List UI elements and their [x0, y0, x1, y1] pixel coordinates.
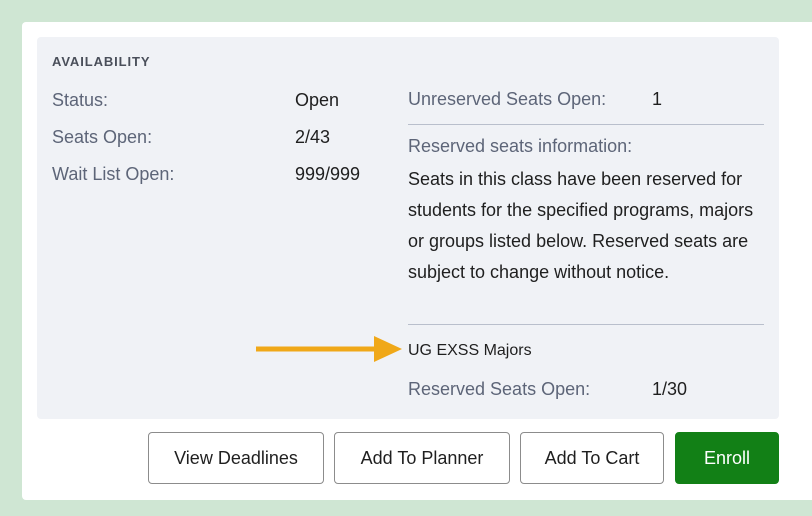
status-label: Status:	[52, 90, 109, 110]
seats-open-value: 2/43	[295, 127, 331, 147]
view-deadlines-button[interactable]: View Deadlines	[148, 432, 324, 484]
status-value: Open	[295, 90, 340, 110]
divider-top	[408, 124, 764, 125]
arrow-head	[374, 336, 402, 362]
reserved-group-open-label: Reserved Seats Open:	[408, 379, 591, 399]
seats-open-label: Seats Open:	[52, 127, 153, 147]
unreserved-seats-label: Unreserved Seats Open:	[408, 89, 607, 109]
divider-bottom	[408, 324, 764, 325]
reserved-info-label: Reserved seats information:	[408, 136, 633, 156]
unreserved-seats-value: 1	[652, 89, 663, 109]
reserved-group-name: UG EXSS Majors	[408, 342, 532, 359]
waitlist-open-label: Wait List Open:	[52, 164, 175, 184]
reserved-group-open-value: 1/30	[652, 379, 688, 399]
waitlist-open-value: 999/999	[295, 164, 361, 184]
availability-heading: AVAILABILITY	[52, 54, 151, 69]
enroll-button[interactable]: Enroll	[675, 432, 779, 484]
reserved-description: Seats in this class have been reserved f…	[408, 169, 754, 282]
add-to-planner-button[interactable]: Add To Planner	[334, 432, 510, 484]
arrow-annotation-icon	[256, 336, 402, 362]
add-to-cart-button[interactable]: Add To Cart	[520, 432, 664, 484]
